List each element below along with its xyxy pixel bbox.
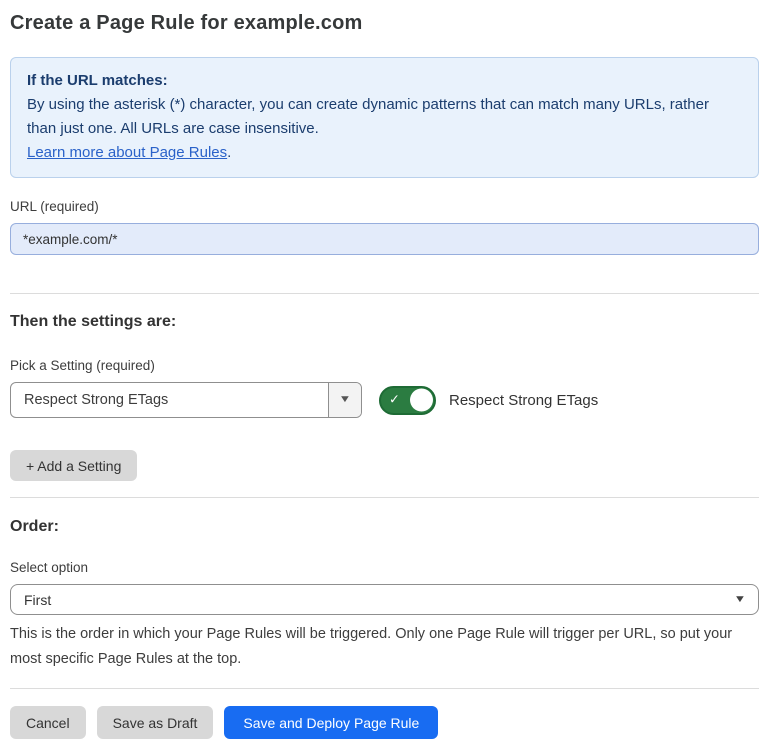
order-help-text: This is the order in which your Page Rul… [10,622,755,672]
section-divider [10,293,759,294]
setting-row: Respect Strong ETags ▼ ✓ Respect Strong … [10,382,759,418]
chevron-down-icon: ▼ [734,595,747,605]
url-field-label: URL (required) [10,199,759,214]
url-input[interactable] [10,223,759,255]
save-draft-button[interactable]: Save as Draft [97,706,214,739]
check-icon: ✓ [389,392,400,408]
pick-setting-label: Pick a Setting (required) [10,358,759,373]
order-select-value: First [24,592,51,608]
info-box-body: By using the asterisk (*) character, you… [27,93,742,141]
setting-dropdown[interactable]: Respect Strong ETags ▼ [10,382,362,418]
save-deploy-button[interactable]: Save and Deploy Page Rule [224,706,438,739]
info-box-heading: If the URL matches: [27,69,742,93]
toggle-label: Respect Strong ETags [449,392,598,409]
add-setting-button[interactable]: + Add a Setting [10,450,137,481]
setting-dropdown-arrow-button[interactable]: ▼ [328,383,361,417]
link-period: . [227,144,231,161]
setting-toggle[interactable]: ✓ [379,386,436,415]
setting-dropdown-value: Respect Strong ETags [11,383,328,417]
order-select[interactable]: First ▼ [10,584,759,615]
create-page-rule-form: Create a Page Rule for example.com If th… [0,0,769,739]
cancel-button[interactable]: Cancel [10,706,86,739]
order-section-heading: Order: [10,518,759,536]
url-match-info-box: If the URL matches: By using the asteris… [10,57,759,178]
section-divider [10,497,759,498]
settings-section-heading: Then the settings are: [10,313,759,331]
page-title: Create a Page Rule for example.com [10,12,759,35]
order-select-label: Select option [10,560,759,575]
chevron-down-icon: ▼ [339,395,352,405]
footer-divider [10,688,759,689]
info-box-link-line: Learn more about Page Rules. [27,141,742,165]
footer-actions: Cancel Save as Draft Save and Deploy Pag… [10,706,759,739]
toggle-knob [410,389,433,412]
learn-more-link[interactable]: Learn more about Page Rules [27,144,227,161]
